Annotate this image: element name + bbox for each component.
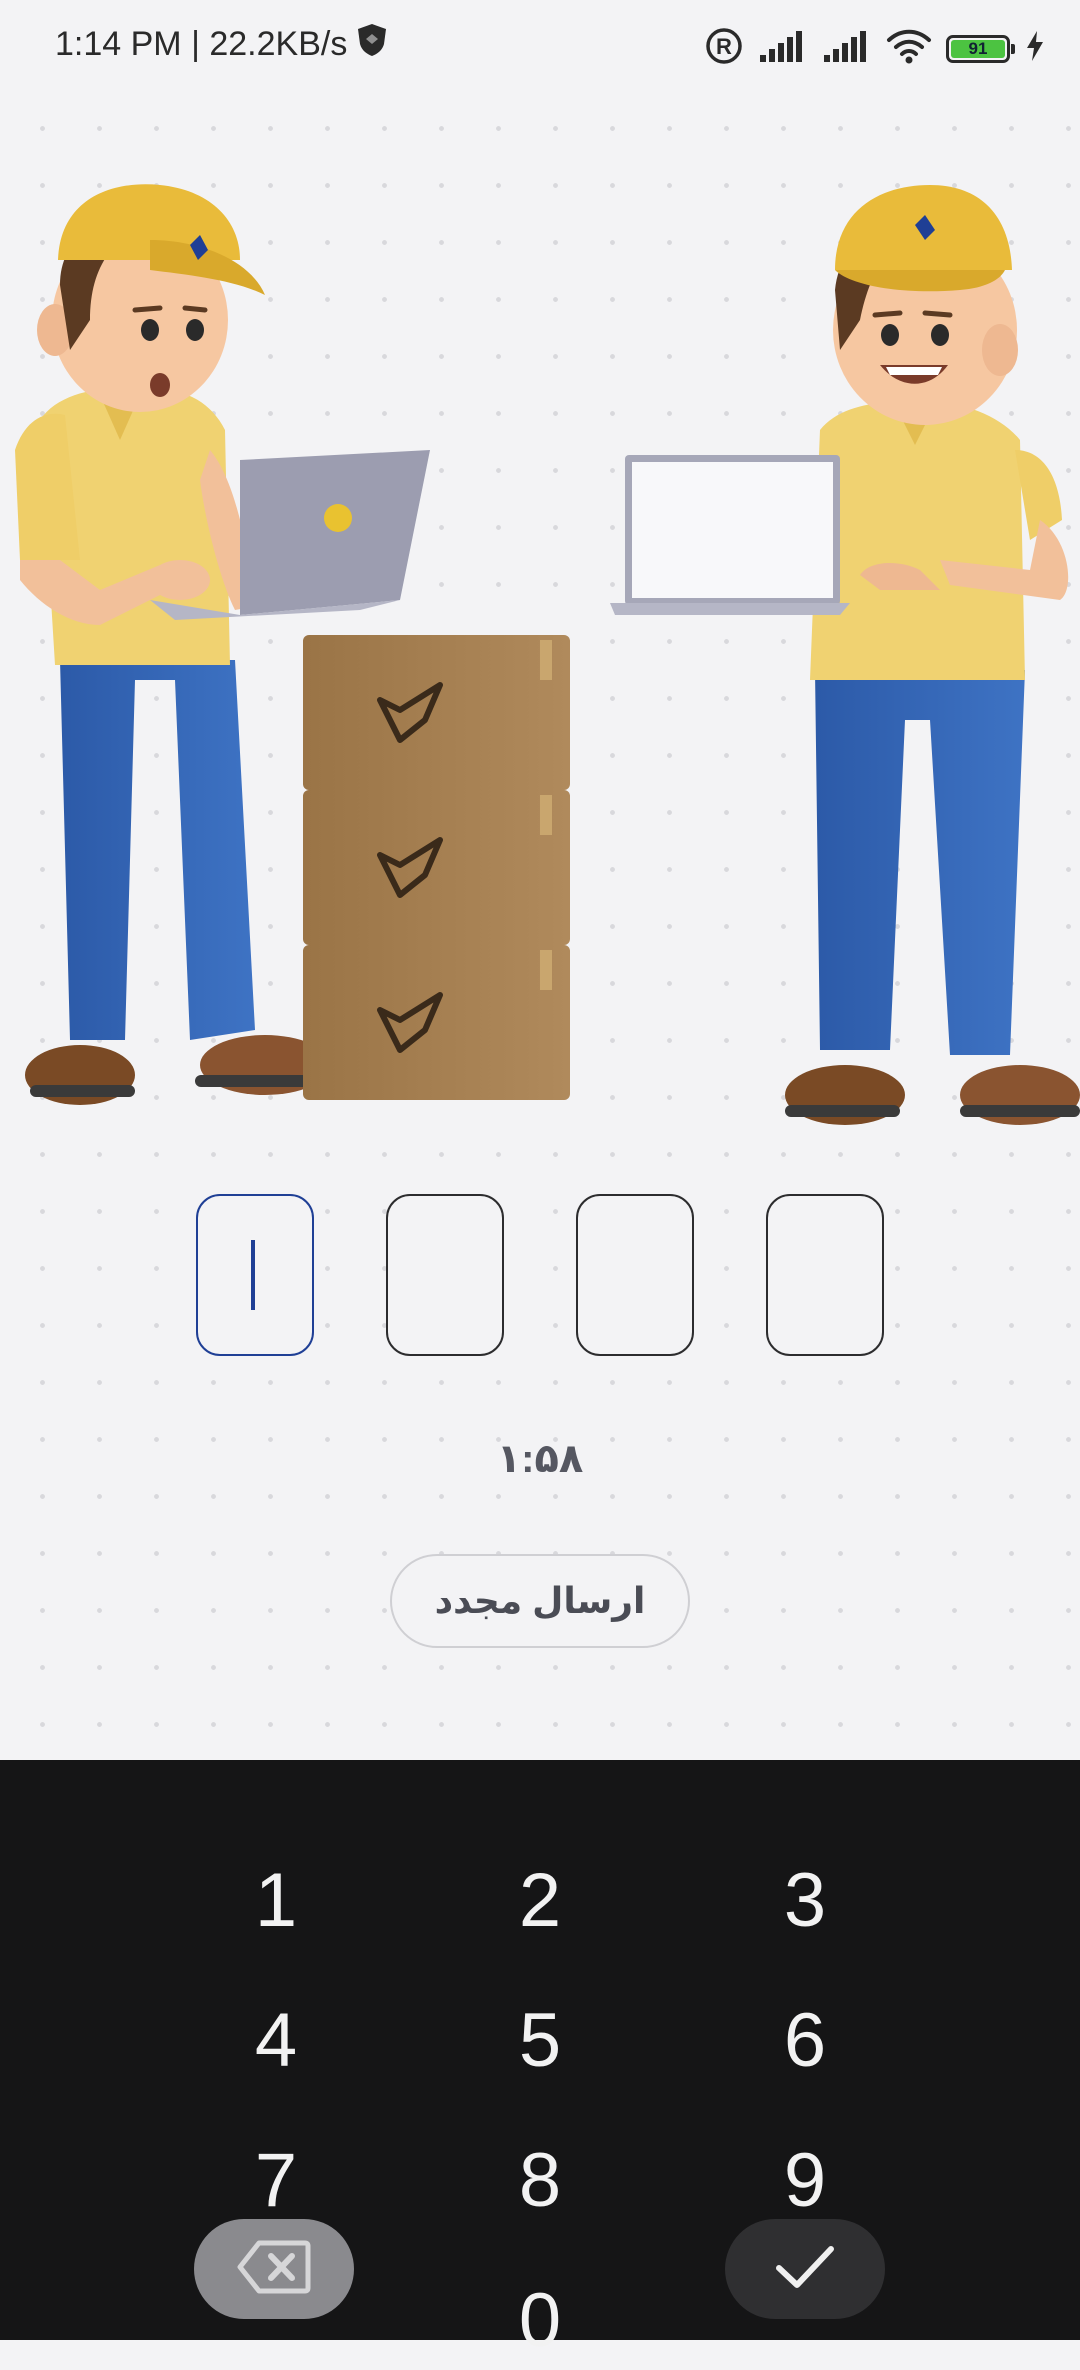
key-6[interactable]: 6 (725, 1990, 885, 2090)
registered-icon: R (704, 26, 744, 71)
delivery-workers-illustration (15, 184, 1080, 1125)
submit-button[interactable] (725, 2219, 885, 2319)
wifi-icon (886, 28, 932, 69)
key-5[interactable]: 5 (460, 1990, 620, 2090)
key-9[interactable]: 9 (725, 2130, 885, 2230)
key-4[interactable]: 4 (196, 1990, 356, 2090)
text-caret (251, 1240, 255, 1310)
charging-icon (1024, 30, 1046, 67)
status-bar: 1:14 PM | 22.2KB/s R 91 (0, 0, 1080, 96)
key-1[interactable]: 1 (196, 1850, 356, 1950)
status-time-speed: 1:14 PM | 22.2KB/s (55, 25, 348, 63)
right-worker (610, 185, 1080, 1125)
shield-icon (355, 22, 389, 67)
signal-icon (758, 29, 808, 68)
signal-icon (822, 29, 872, 68)
key-2[interactable]: 2 (460, 1850, 620, 1950)
battery-icon: 91 (946, 34, 1015, 63)
status-left: 1:14 PM | 22.2KB/s (55, 22, 389, 67)
status-right: R 91 (704, 26, 1046, 71)
key-8[interactable]: 8 (460, 2130, 620, 2230)
otp-inputs (0, 1194, 1080, 1356)
otp-digit-2[interactable] (386, 1194, 504, 1356)
battery-level: 91 (951, 39, 1005, 58)
resend-code-button[interactable]: ارسال مجدد (390, 1554, 690, 1648)
key-7[interactable]: 7 (196, 2130, 356, 2230)
check-icon (773, 2242, 837, 2297)
countdown-timer: ۱:۵۸ (496, 1437, 584, 1481)
parcel-boxes (303, 635, 570, 1100)
numeric-keyboard: 1 2 3 4 5 6 7 8 9 0 (0, 1760, 1080, 2363)
svg-text:R: R (716, 34, 732, 59)
otp-digit-1[interactable] (196, 1194, 314, 1356)
key-3[interactable]: 3 (725, 1850, 885, 1950)
backspace-icon (237, 2239, 311, 2300)
key-0[interactable]: 0 (460, 2270, 620, 2370)
otp-digit-3[interactable] (576, 1194, 694, 1356)
otp-digit-4[interactable] (766, 1194, 884, 1356)
backspace-button[interactable] (194, 2219, 354, 2319)
